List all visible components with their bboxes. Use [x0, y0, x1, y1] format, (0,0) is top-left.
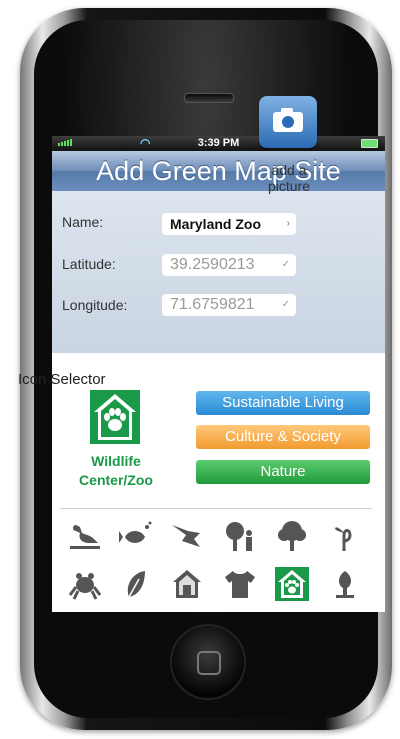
icon-grid: [60, 508, 372, 613]
sprout-icon[interactable]: [328, 519, 362, 553]
longitude-value: 71.6759821: [170, 296, 255, 313]
add-picture-button[interactable]: [259, 96, 317, 148]
latitude-value: 39.2590213: [170, 256, 255, 273]
speaker-grille: [184, 93, 234, 103]
tree-person-icon[interactable]: [223, 519, 257, 553]
icon-selector-title: Icon Selector: [18, 371, 106, 388]
battery-icon: [361, 139, 378, 148]
latitude-label: Latitude:: [62, 256, 116, 272]
page-title: Add Green Map Site: [52, 151, 385, 191]
seedling-icon[interactable]: [328, 567, 362, 601]
tshirt-icon[interactable]: [223, 567, 257, 601]
longitude-label: Longitude:: [62, 297, 128, 313]
house-icon[interactable]: [170, 567, 204, 601]
check-icon: ✓: [281, 259, 290, 270]
add-picture-label: add a picture: [267, 162, 311, 194]
check-icon: ✓: [281, 299, 290, 310]
category-culture-society[interactable]: Culture & Society: [196, 425, 370, 449]
selected-icon-name: Wildlife Center/Zoo: [79, 453, 153, 488]
status-bar: ◠ 3:39 PM: [52, 136, 385, 151]
wildlife-center-icon: [90, 390, 140, 444]
fish-icon[interactable]: [119, 519, 153, 553]
name-field[interactable]: Maryland Zoo ›: [162, 213, 296, 235]
leaf-icon[interactable]: [119, 567, 153, 601]
flying-bird-icon[interactable]: [170, 519, 204, 553]
tree-icon[interactable]: [275, 519, 309, 553]
name-label: Name:: [62, 214, 104, 230]
paw-house-icon[interactable]: [275, 567, 309, 601]
bird-icon[interactable]: [68, 519, 102, 553]
name-value: Maryland Zoo: [170, 216, 262, 232]
longitude-field[interactable]: 71.6759821 ✓: [162, 294, 296, 316]
chevron-right-icon: ›: [286, 218, 290, 229]
category-nature[interactable]: Nature: [196, 460, 370, 484]
camera-icon: [273, 112, 303, 132]
site-form: Name: Maryland Zoo › Latitude: 39.259021…: [52, 191, 385, 353]
frog-icon[interactable]: [68, 567, 102, 601]
status-time: 3:39 PM: [197, 137, 240, 149]
latitude-field[interactable]: 39.2590213 ✓: [162, 254, 296, 276]
category-sustainable-living[interactable]: Sustainable Living: [196, 391, 370, 415]
home-button[interactable]: [170, 624, 246, 700]
